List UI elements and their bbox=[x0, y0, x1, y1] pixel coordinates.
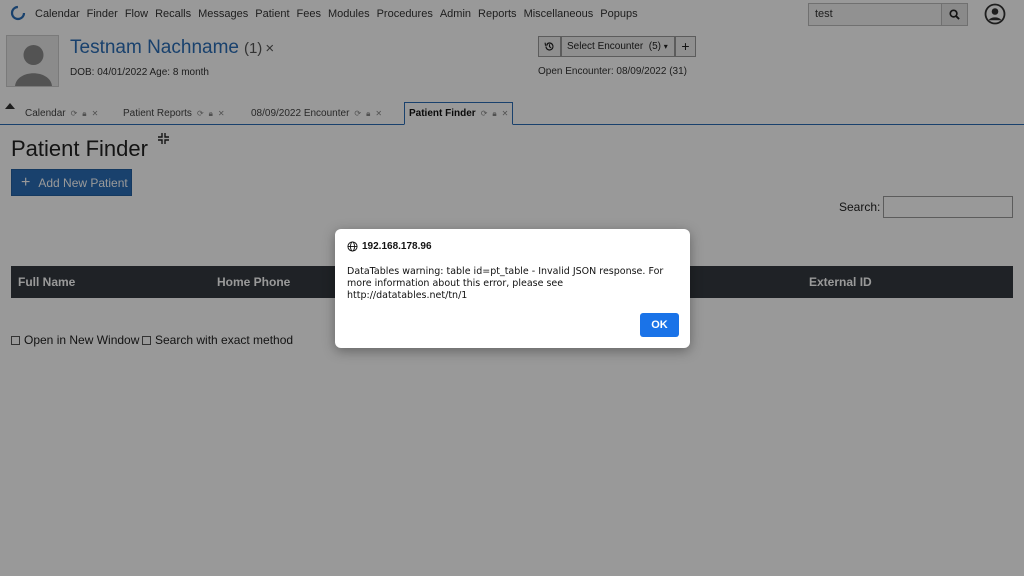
dialog-title: 192.168.178.96 bbox=[347, 241, 432, 252]
globe-icon bbox=[347, 241, 358, 252]
dialog-origin: 192.168.178.96 bbox=[362, 241, 432, 252]
ok-button[interactable]: OK bbox=[640, 313, 679, 337]
dialog-message: DataTables warning: table id=pt_table - … bbox=[347, 266, 664, 301]
alert-dialog: 192.168.178.96 DataTables warning: table… bbox=[335, 229, 690, 348]
